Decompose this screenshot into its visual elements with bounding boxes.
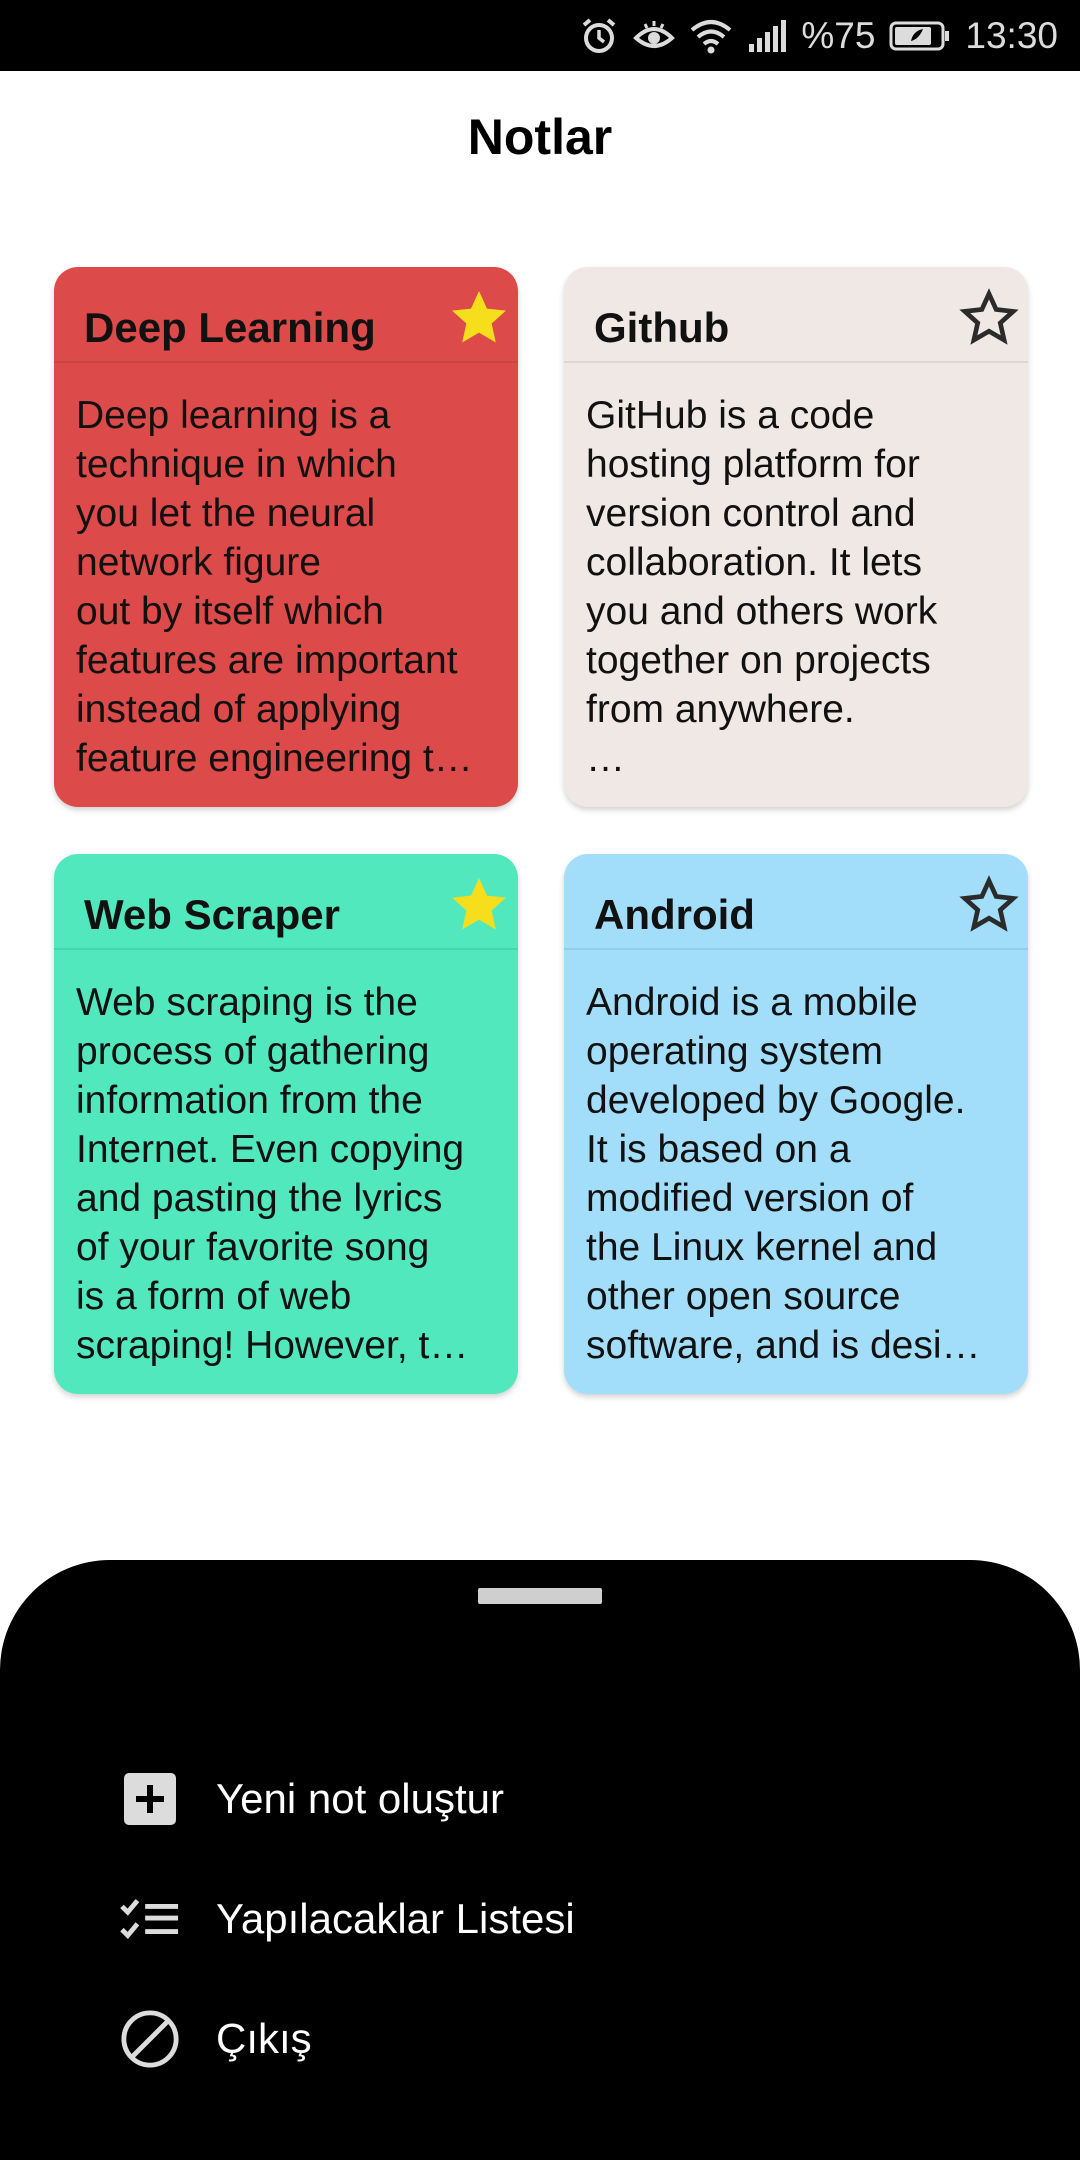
menu-label: Yeni not oluştur xyxy=(216,1775,504,1822)
note-card[interactable]: Android Android is a mobile operating sy… xyxy=(564,854,1028,1394)
note-header: Web Scraper xyxy=(54,854,518,950)
alarm-icon xyxy=(579,16,619,56)
status-bar: %75 13:30 xyxy=(0,0,1080,71)
star-filled-icon[interactable] xyxy=(446,872,512,938)
bottom-sheet: Yeni not oluştur Yapılacaklar Listesi Çı… xyxy=(0,1560,1080,2160)
block-icon xyxy=(120,2009,180,2069)
menu-item-exit[interactable]: Çıkış xyxy=(0,1989,1080,2089)
note-title: Web Scraper xyxy=(84,891,340,938)
note-header: Github xyxy=(564,267,1028,363)
menu-item-todo-list[interactable]: Yapılacaklar Listesi xyxy=(0,1869,1080,1969)
wifi-icon xyxy=(689,16,733,56)
note-card[interactable]: Deep Learning Deep learning is a techniq… xyxy=(54,267,518,807)
note-body: Deep learning is a technique in which yo… xyxy=(76,394,473,780)
drag-handle[interactable] xyxy=(478,1588,602,1604)
checklist-icon xyxy=(120,1889,180,1949)
menu-label: Yapılacaklar Listesi xyxy=(216,1895,575,1942)
note-card[interactable]: Web Scraper Web scraping is the process … xyxy=(54,854,518,1394)
note-body: GitHub is a code hosting platform for ve… xyxy=(586,394,938,780)
note-title: Deep Learning xyxy=(84,304,376,351)
battery-percent: %75 xyxy=(801,14,876,56)
note-header: Deep Learning xyxy=(54,267,518,363)
note-title: Android xyxy=(594,891,755,938)
eye-comfort-icon xyxy=(633,16,676,56)
note-card[interactable]: Github GitHub is a code hosting platform… xyxy=(564,267,1028,807)
star-outline-icon[interactable] xyxy=(956,285,1022,351)
star-filled-icon[interactable] xyxy=(446,285,512,351)
note-body: Web scraping is the process of gathering… xyxy=(76,981,469,1367)
add-box-icon xyxy=(120,1769,180,1829)
star-outline-icon[interactable] xyxy=(956,872,1022,938)
menu-item-new-note[interactable]: Yeni not oluştur xyxy=(0,1749,1080,1849)
signal-icon xyxy=(747,16,787,56)
battery-icon xyxy=(889,19,951,53)
note-title: Github xyxy=(594,304,730,351)
page-title: Notlar xyxy=(467,109,613,165)
notes-screen: %75 13:30 Notlar Deep Learning Deep lear… xyxy=(0,0,1080,2160)
menu-label: Çıkış xyxy=(216,2015,312,2062)
note-body: Android is a mobile operating system dev… xyxy=(586,981,981,1367)
clock: 13:30 xyxy=(965,14,1058,56)
note-header: Android xyxy=(564,854,1028,950)
